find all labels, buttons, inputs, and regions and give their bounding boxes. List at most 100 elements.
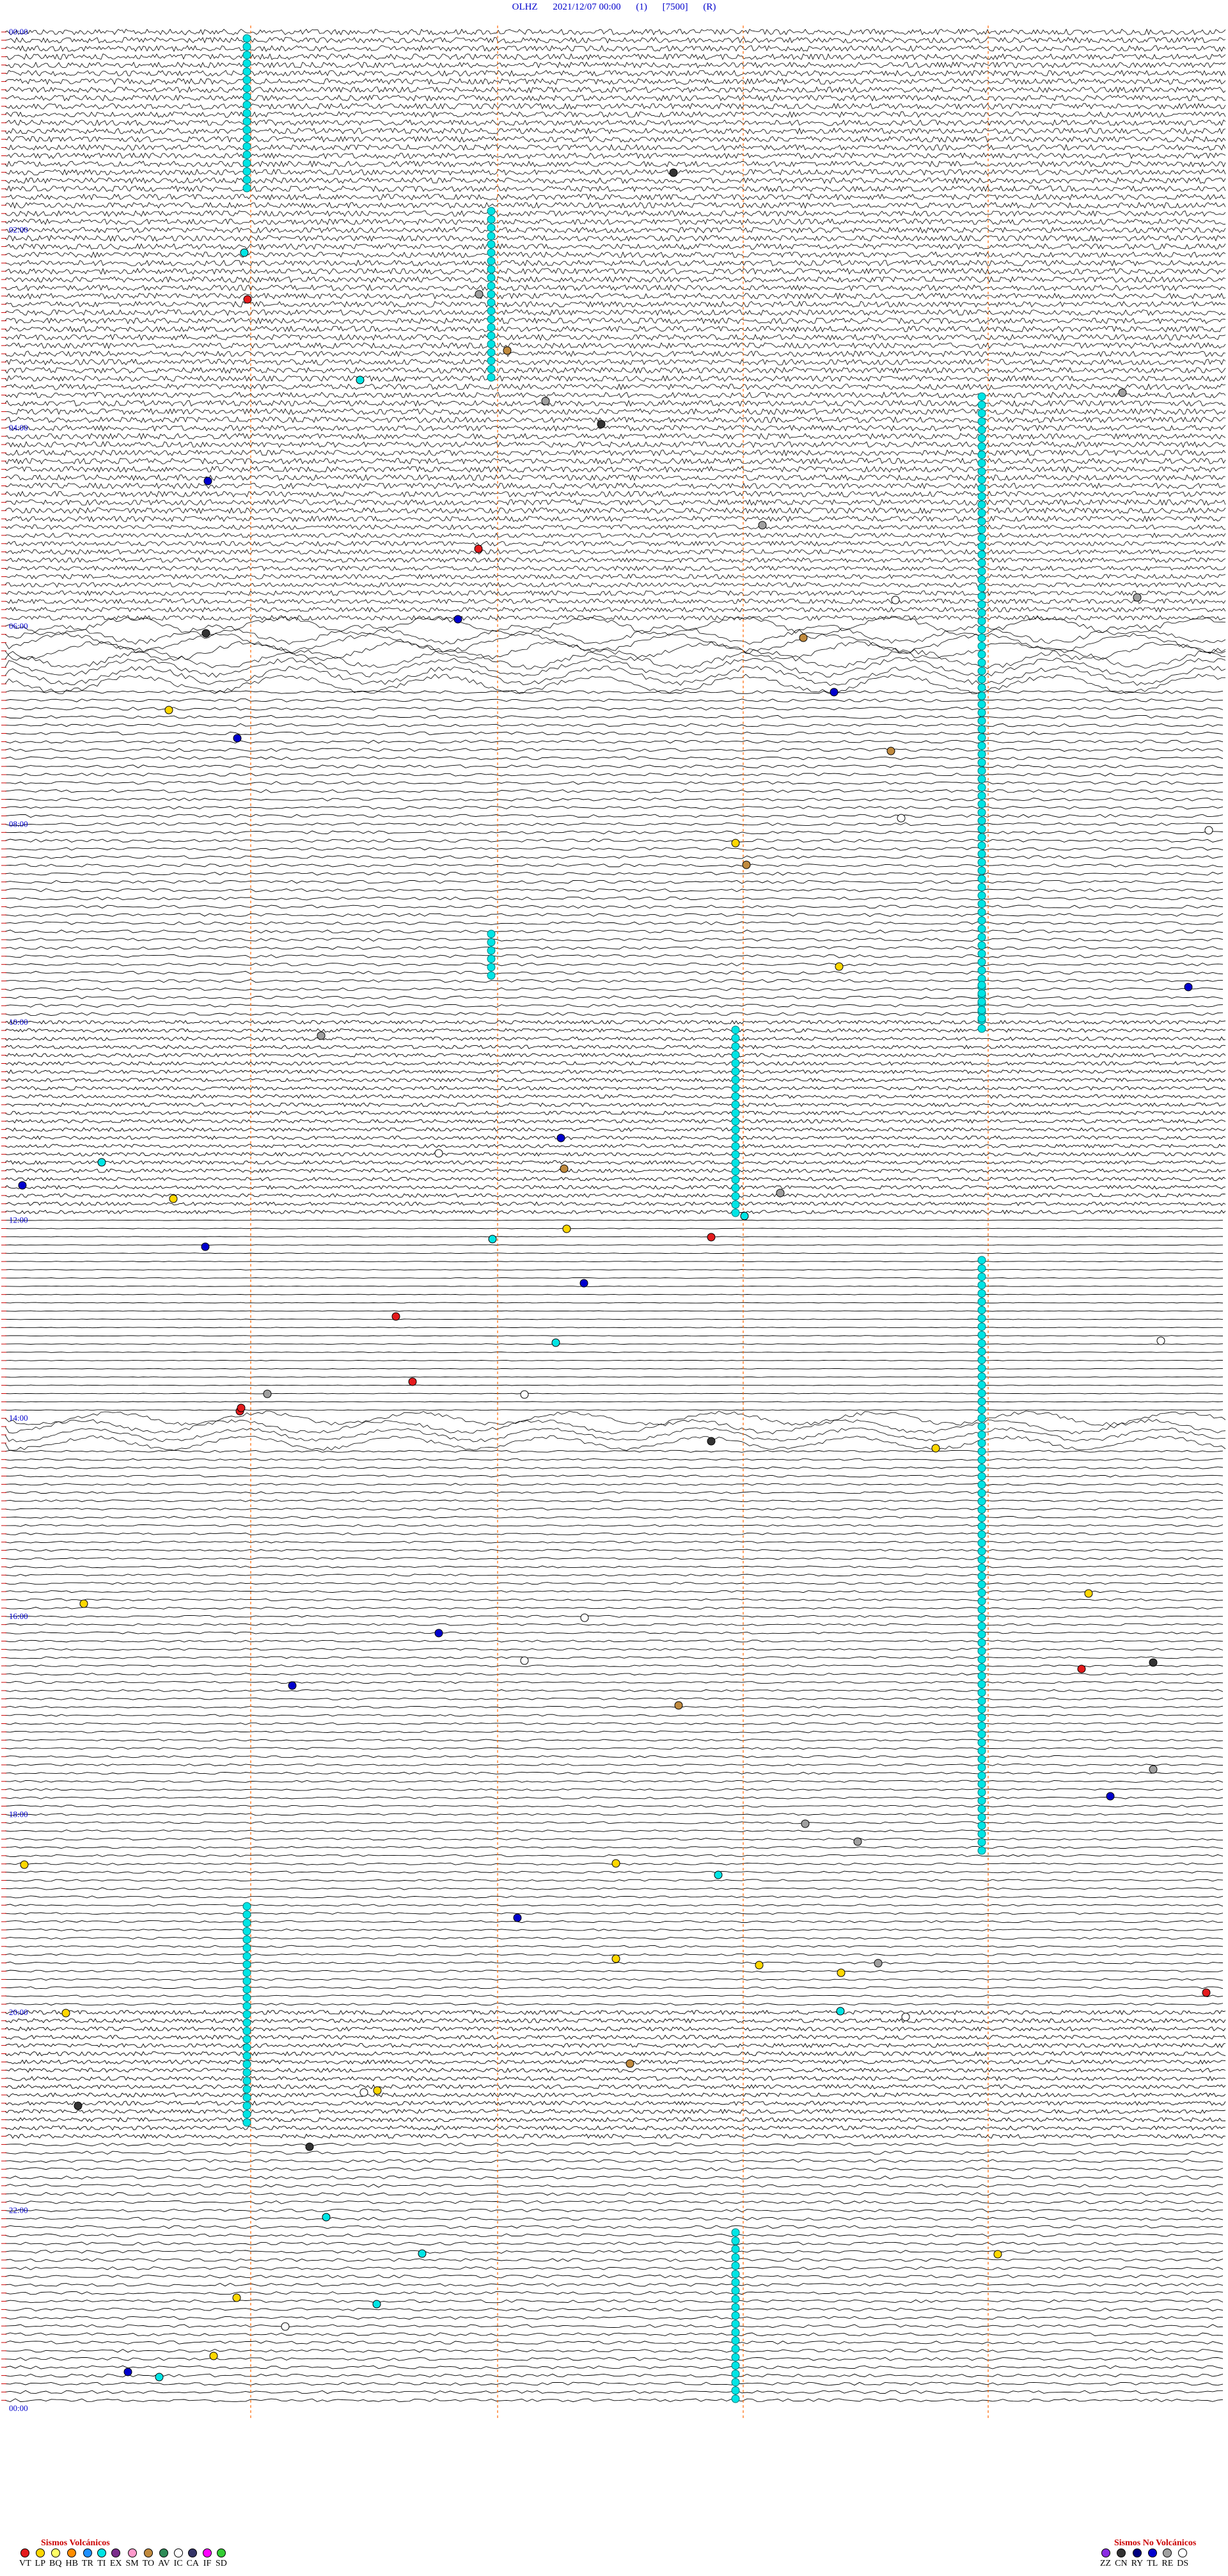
event-marker: [453, 615, 462, 624]
event-marker: [853, 1837, 862, 1846]
hour-label: 22:00: [9, 2206, 28, 2215]
legend-volcanic-item: AV: [158, 2548, 170, 2569]
trace-row: [4, 615, 1226, 621]
trace-row: [4, 1086, 1226, 1091]
cyan-event-marker: [242, 1918, 251, 1927]
event-marker: [209, 2351, 218, 2360]
cyan-event-marker: [731, 1150, 740, 1159]
trace-row: [4, 45, 1226, 52]
trace-row: [4, 1102, 1226, 1107]
trace-row: [4, 2357, 1224, 2361]
cyan-event-marker: [977, 989, 986, 998]
cyan-event-marker: [487, 207, 496, 216]
trace-row: [4, 1201, 1226, 1206]
event-marker: [897, 814, 906, 823]
cyan-event-marker: [977, 716, 986, 725]
event-marker: [931, 1444, 940, 1453]
trace-row: [4, 1474, 1224, 1478]
trace-row: [4, 1582, 1224, 1585]
cyan-event-marker: [731, 2394, 740, 2403]
trace-row: [4, 814, 1224, 818]
legend-volcanic-swatch: [20, 2548, 30, 2557]
trace-row: [4, 1970, 1224, 1973]
event-marker: [611, 1859, 620, 1868]
trace-row: [4, 913, 1224, 917]
trace-row: [4, 1648, 1224, 1651]
trace-row: [4, 1185, 1226, 1190]
cyan-event-marker: [977, 1014, 986, 1023]
cyan-event-marker: [487, 306, 496, 315]
legend-volcanic-code: LP: [35, 2559, 46, 2568]
trace-row: [4, 847, 1224, 851]
hour-label: 02:00: [9, 225, 28, 235]
legend-volcanic-swatch: [51, 2548, 60, 2557]
trace-row: [4, 1384, 1224, 1386]
cyan-event-marker: [977, 708, 986, 717]
cyan-event-marker: [977, 1788, 986, 1797]
cyan-event-marker: [977, 825, 986, 834]
trace-row: [4, 699, 1224, 702]
cyan-event-marker: [242, 84, 251, 93]
trace-row: [4, 1483, 1224, 1486]
trace-row: [4, 1012, 1224, 1016]
trace-row: [4, 226, 1226, 233]
trace-row: [5, 1978, 1224, 1981]
trace-row: [5, 1524, 1224, 1527]
cyan-event-marker: [977, 1597, 986, 1606]
cyan-event-marker: [242, 2093, 251, 2102]
trace-row: [4, 474, 1226, 482]
trace-row: [4, 1028, 1226, 1033]
trace-row: [4, 1359, 1223, 1361]
cyan-event-marker: [242, 1952, 251, 1961]
cyan-event-marker: [487, 946, 496, 955]
cyan-event-marker: [977, 1024, 986, 1033]
legend-volcanic-swatch: [188, 2548, 198, 2557]
trace-row: [4, 1549, 1224, 1552]
cyan-event-marker: [977, 966, 986, 975]
cyan-event-marker: [242, 2035, 251, 2044]
trace-row: [4, 2332, 1224, 2336]
event-marker: [707, 1233, 716, 1242]
cyan-event-marker: [977, 1738, 986, 1747]
cyan-event-marker: [977, 1297, 986, 1306]
legend-volcanic-code: IC: [173, 2559, 183, 2568]
trace-row: [5, 1895, 1224, 1899]
event-marker: [373, 2086, 382, 2095]
legend-volcanic-item: TI: [97, 2548, 106, 2569]
trace-row: [4, 1631, 1224, 1634]
cyan-event-marker: [977, 583, 986, 592]
cyan-event-marker: [731, 1025, 740, 1034]
cyan-event-marker: [242, 2118, 251, 2127]
cyan-event-marker: [977, 450, 986, 459]
trace-row: [4, 1623, 1224, 1626]
cyan-event-marker: [487, 971, 496, 980]
cyan-event-marker: [977, 542, 986, 551]
trace-row: [4, 2398, 1224, 2403]
trace-row: [4, 2341, 1224, 2344]
event-marker: [562, 1224, 571, 1233]
trace-row: [4, 2100, 1226, 2106]
cyan-event-marker: [731, 1208, 740, 1217]
trace-row: [4, 243, 1226, 250]
cyan-event-marker: [977, 525, 986, 534]
legend-volcanic-item: LP: [35, 2548, 45, 2569]
legend-volcanic-swatch: [127, 2548, 137, 2557]
cyan-event-marker: [977, 958, 986, 967]
trace-row: [4, 36, 1226, 44]
cyan-event-marker: [487, 281, 496, 290]
cyan-event-marker: [242, 109, 251, 118]
event-marker: [408, 1377, 417, 1386]
cyan-event-marker: [731, 1050, 740, 1059]
cyan-event-marker: [731, 2295, 740, 2303]
trace-row: [4, 987, 1224, 992]
cyan-event-marker: [977, 642, 986, 651]
event-marker: [1156, 1336, 1165, 1345]
event-marker: [232, 2293, 241, 2302]
trace-row: [4, 251, 1226, 258]
trace-row: [4, 416, 1226, 423]
trace-row: [4, 201, 1226, 209]
cyan-event-marker: [731, 2311, 740, 2320]
cyan-event-marker: [731, 1183, 740, 1192]
legend-volcanic-swatch: [143, 2548, 153, 2557]
trace-row: [4, 565, 1226, 572]
